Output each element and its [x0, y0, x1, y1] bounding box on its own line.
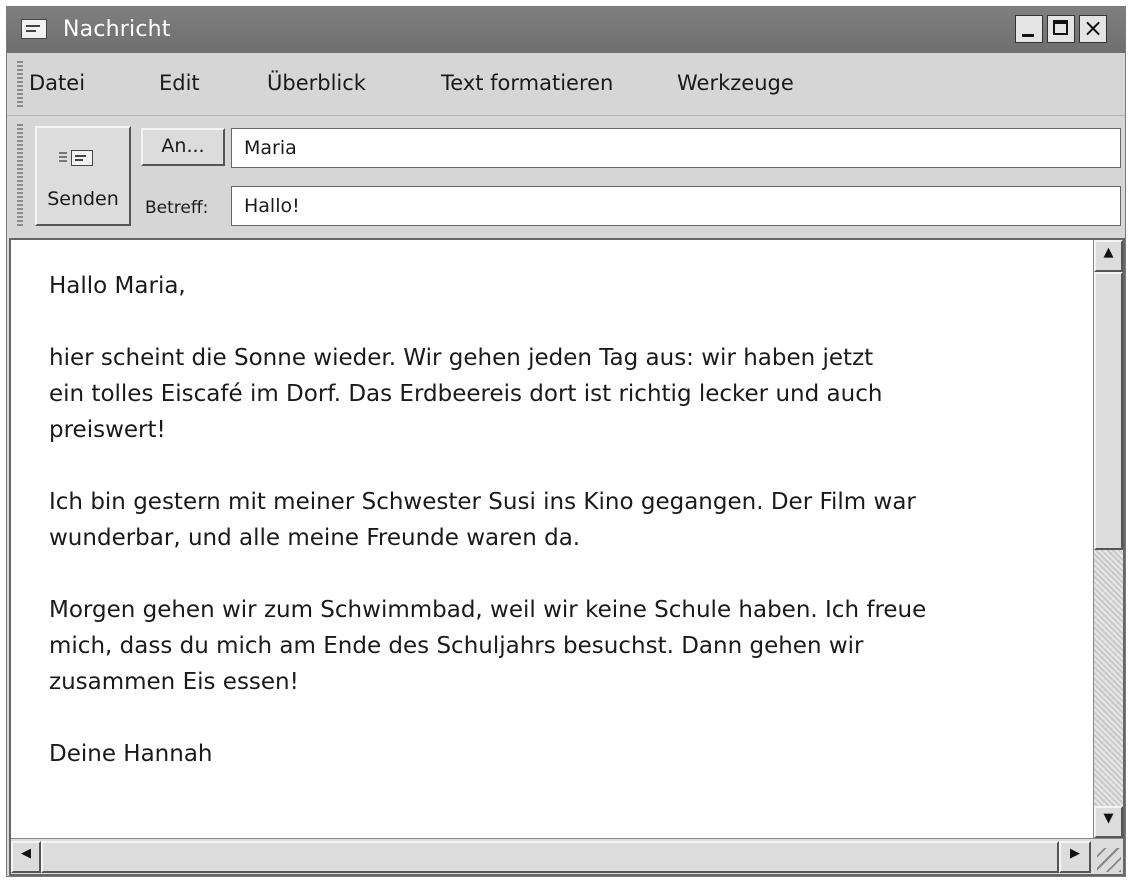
menu-edit[interactable]: Edit: [159, 71, 200, 95]
send-lines: [59, 152, 67, 164]
message-text-area[interactable]: Hallo Maria, hier scheint die Sonne wied…: [11, 240, 1093, 838]
minimize-icon: [1022, 34, 1034, 37]
paragraph-3: Morgen gehen wir zum Schwimmbad, weil wi…: [49, 597, 927, 695]
to-button[interactable]: An...: [141, 128, 225, 166]
scroll-down-button[interactable]: ▼: [1094, 806, 1123, 838]
subject-field[interactable]: Hallo!: [231, 186, 1121, 226]
send-label: Senden: [47, 188, 119, 210]
horizontal-scroll-thumb[interactable]: [41, 841, 1059, 873]
close-icon: ×: [1082, 14, 1104, 42]
paragraph-1: hier scheint die Sonne wieder. Wir gehen…: [49, 345, 883, 443]
arrow-down-icon: ▼: [1103, 811, 1114, 826]
send-button[interactable]: Senden: [35, 126, 131, 226]
send-mail-icon: [71, 150, 93, 166]
title-bar[interactable]: Nachricht ×: [7, 7, 1125, 53]
message-body-editor[interactable]: Hallo Maria, hier scheint die Sonne wied…: [9, 238, 1125, 876]
menu-grip[interactable]: [17, 61, 23, 107]
subject-label: Betreff:: [145, 198, 209, 218]
scroll-left-button[interactable]: ◀: [11, 841, 41, 873]
maximize-button[interactable]: [1047, 15, 1075, 43]
scroll-right-button[interactable]: ▶: [1059, 841, 1091, 873]
toolbar-grip[interactable]: [17, 124, 23, 226]
vertical-scrollbar[interactable]: ▲ ▼: [1093, 240, 1123, 838]
horizontal-scrollbar[interactable]: ◀ ▶: [11, 838, 1093, 874]
message-icon: [21, 19, 47, 39]
arrow-up-icon: ▲: [1103, 245, 1114, 260]
vertical-scroll-thumb[interactable]: [1094, 272, 1123, 550]
menu-werkzeuge[interactable]: Werkzeuge: [677, 71, 794, 95]
resize-grip-icon[interactable]: [1093, 838, 1123, 874]
close-button[interactable]: ×: [1079, 15, 1107, 43]
menu-datei[interactable]: Datei: [29, 71, 85, 95]
menu-ueberblick[interactable]: Überblick: [267, 71, 366, 95]
maximize-icon: [1053, 20, 1068, 35]
scroll-up-button[interactable]: ▲: [1094, 240, 1123, 272]
compose-header: Senden An... Maria Betreff: Hallo!: [7, 116, 1125, 236]
message-window: Nachricht × Datei Edit Überblick Text fo…: [6, 6, 1126, 877]
menu-bar: Datei Edit Überblick Text formatieren We…: [7, 53, 1125, 116]
minimize-button[interactable]: [1015, 15, 1043, 43]
menu-text-formatieren[interactable]: Text formatieren: [441, 71, 613, 95]
to-field[interactable]: Maria: [231, 128, 1121, 168]
paragraph-2: Ich bin gestern mit meiner Schwester Sus…: [49, 489, 916, 551]
arrow-left-icon: ◀: [21, 846, 31, 861]
arrow-right-icon: ▶: [1070, 846, 1080, 861]
signature: Deine Hannah: [49, 741, 213, 767]
window-title: Nachricht: [63, 17, 171, 42]
greeting: Hallo Maria,: [49, 273, 186, 299]
